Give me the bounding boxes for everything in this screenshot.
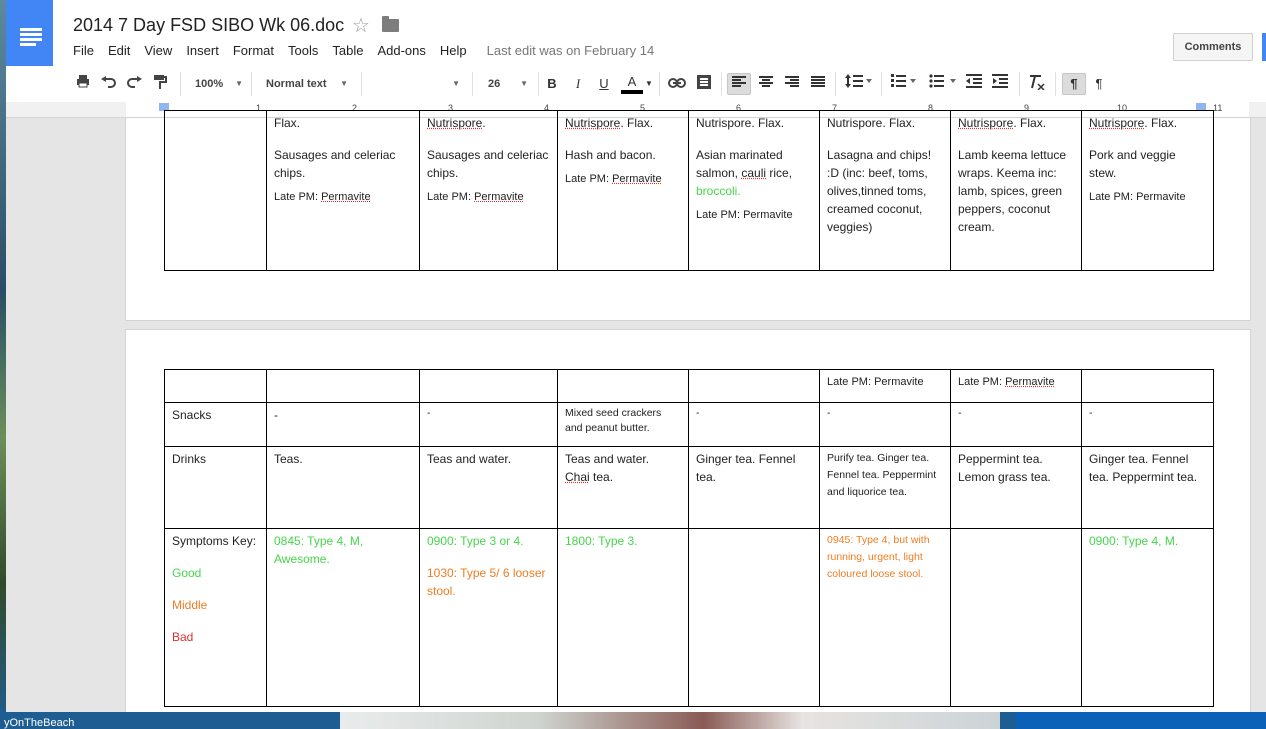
menu-help[interactable]: Help (440, 43, 467, 58)
folder-icon[interactable] (382, 16, 399, 32)
table-cell[interactable]: Teas and water. Chai tea. (557, 446, 689, 529)
menu-table[interactable]: Table (332, 43, 363, 58)
table-cell[interactable]: - (1081, 402, 1214, 447)
table-cell[interactable]: Drinks (164, 446, 267, 529)
table-cell[interactable]: 1800: Type 3. (557, 528, 689, 707)
meal-table-page1: Flax. Sausages and celeriac chips. Late … (164, 110, 1214, 271)
last-edit-link[interactable]: Last edit was on February 14 (487, 43, 655, 58)
comments-button[interactable]: Comments (1173, 33, 1253, 61)
text-color-icon[interactable]: A (621, 74, 643, 94)
table-cell[interactable]: Teas. (266, 446, 420, 529)
menu-edit[interactable]: Edit (108, 43, 130, 58)
bold-icon[interactable]: B (545, 74, 559, 94)
table-cell[interactable]: Flax. Sausages and celeriac chips. Late … (266, 110, 420, 271)
rtl-icon[interactable]: ¶ (1090, 74, 1108, 94)
menu-insert[interactable]: Insert (186, 43, 219, 58)
table-cell[interactable]: Nutrispore. Flax. Lasagna and chips! :D … (819, 110, 951, 271)
table-cell[interactable]: Mixed seed crackers and peanut butter. (557, 402, 689, 447)
table-cell[interactable]: Nutrispore. Flax. Asian marinated salmon… (688, 110, 820, 271)
text-color-dropdown-icon[interactable]: ▼ (645, 74, 653, 94)
table-cell[interactable]: 0900: Type 3 or 4. 1030: Type 5/ 6 looser… (419, 528, 558, 707)
redo-icon[interactable] (125, 74, 143, 94)
formatting-toolbar: 100% ▼ Normal text ▼ ▼ 26 ▼ B I U A ▼ ¶ … (6, 68, 1266, 101)
docs-logo-icon[interactable] (6, 0, 53, 66)
document-page: Late PM: Permavite Late PM: Permavite Sn… (125, 329, 1251, 712)
table-cell[interactable] (688, 528, 820, 707)
underline-icon[interactable]: U (597, 74, 611, 94)
table-cell[interactable]: - (950, 402, 1082, 447)
table-row: Late PM: Permavite Late PM: Permavite (164, 369, 1214, 403)
justify-icon[interactable] (809, 74, 827, 94)
print-icon[interactable] (74, 74, 92, 94)
menu-format[interactable]: Format (233, 43, 274, 58)
table-cell[interactable] (266, 369, 420, 403)
table-row: Snacks - - Mixed seed crackers and peanu… (164, 402, 1214, 447)
align-left-icon[interactable] (727, 73, 751, 95)
menu-addons[interactable]: Add-ons (377, 43, 425, 58)
font-select[interactable]: ▼ (376, 74, 460, 94)
undo-icon[interactable] (99, 74, 117, 94)
numbered-list-icon[interactable] (889, 74, 919, 94)
menu-file[interactable]: File (73, 43, 94, 58)
share-button[interactable] (1262, 33, 1266, 61)
italic-icon[interactable]: I (571, 74, 585, 94)
table-cell[interactable]: Nutrispore. Flax. Lamb keema lettuce wra… (950, 110, 1082, 271)
menu-bar: File Edit View Insert Format Tools Table Add-on… (73, 43, 668, 58)
document-title[interactable]: 2014 7 Day FSD SIBO Wk 06.doc (73, 15, 344, 36)
table-cell[interactable]: Teas and water. (419, 446, 558, 529)
table-cell[interactable]: Ginger tea. Fennel tea. (688, 446, 820, 529)
table-cell[interactable]: Snacks (164, 402, 267, 447)
table-cell[interactable] (419, 369, 558, 403)
align-center-icon[interactable] (757, 74, 775, 94)
link-icon[interactable] (667, 74, 687, 94)
table-cell[interactable]: Purify tea. Ginger tea. Fennel tea. Pepp… (819, 446, 951, 529)
table-cell[interactable] (688, 369, 820, 403)
table-cell[interactable] (557, 369, 689, 403)
table-cell[interactable]: 0900: Type 4, M. (1081, 528, 1214, 707)
table-cell[interactable]: Nutrispore. Flax. Hash and bacon. Late P… (557, 110, 689, 271)
menu-tools[interactable]: Tools (288, 43, 318, 58)
table-cell[interactable]: 0845: Type 4, M, Awesome. (266, 528, 420, 707)
table-cell[interactable]: 0945: Type 4, but with running, urgent, … (819, 528, 951, 707)
table-cell[interactable] (950, 528, 1082, 707)
table-cell[interactable]: - (819, 402, 951, 447)
decrease-indent-icon[interactable] (965, 74, 983, 94)
style-select[interactable]: Normal text ▼ (266, 74, 348, 94)
font-size-select[interactable]: 26 ▼ (488, 74, 528, 94)
table-cell[interactable]: Ginger tea. Fennel tea. Peppermint tea. (1081, 446, 1214, 529)
comment-icon[interactable] (695, 74, 713, 94)
menu-view[interactable]: View (144, 43, 172, 58)
bulleted-list-icon[interactable] (927, 74, 959, 94)
table-row: Drinks Teas. Teas and water. Teas and wa… (164, 446, 1214, 529)
table-row: Flax. Sausages and celeriac chips. Late … (164, 110, 1214, 271)
table-cell[interactable] (164, 110, 267, 271)
line-spacing-icon[interactable] (843, 74, 875, 94)
docs-header: 2014 7 Day FSD SIBO Wk 06.doc ☆ File Edit… (6, 0, 1266, 103)
increase-indent-icon[interactable] (991, 74, 1009, 94)
paint-format-icon[interactable] (151, 74, 169, 94)
table-row: Symptoms Key: Good Middle Bad 0845: Type… (164, 528, 1214, 707)
table-cell[interactable]: Late PM: Permavite (950, 369, 1082, 403)
zoom-select[interactable]: 100% ▼ (195, 74, 243, 94)
ltr-icon[interactable]: ¶ (1062, 73, 1086, 95)
table-cell[interactable]: - (688, 402, 820, 447)
clear-formatting-icon[interactable] (1027, 74, 1047, 94)
table-cell[interactable] (164, 369, 267, 403)
browser-window: 2014 7 Day FSD SIBO Wk 06.doc ☆ File Edit… (6, 0, 1266, 712)
align-right-icon[interactable] (783, 74, 801, 94)
table-cell[interactable]: Symptoms Key: Good Middle Bad (164, 528, 267, 707)
table-cell[interactable]: Nutrispore. Sausages and celeriac chips.… (419, 110, 558, 271)
table-cell[interactable]: Late PM: Permavite (819, 369, 951, 403)
table-cell[interactable]: Peppermint tea. Lemon grass tea. (950, 446, 1082, 529)
table-cell[interactable]: Nutrispore. Flax. Pork and veggie stew. … (1081, 110, 1214, 271)
ruler-number: 11 (1213, 103, 1223, 113)
desktop-item-label[interactable]: yOnTheBeach (4, 717, 74, 729)
meal-table-page2: Late PM: Permavite Late PM: Permavite Sn… (164, 369, 1214, 707)
star-icon[interactable]: ☆ (352, 13, 370, 38)
table-cell[interactable]: - (266, 402, 420, 447)
document-page: Flax. Sausages and celeriac chips. Late … (125, 110, 1251, 321)
table-cell[interactable]: - (419, 402, 558, 447)
table-cell[interactable] (1081, 369, 1214, 403)
